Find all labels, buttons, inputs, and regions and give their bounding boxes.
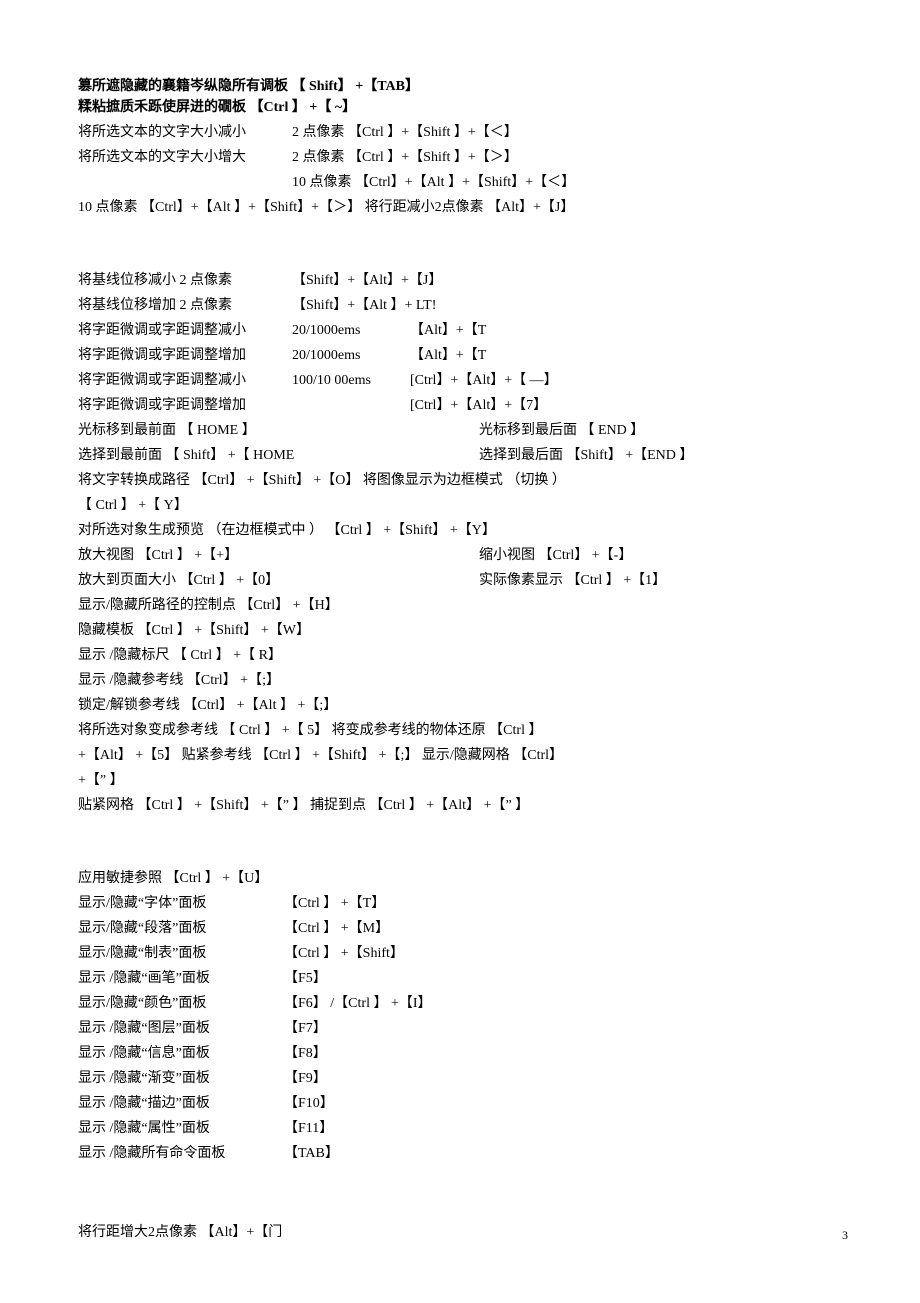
document-page: 篡所遮隐藏的襄籍岑纵隐所有调板 【 Shift】 +【TAB】 糅粘摭质禾跞使屏… — [0, 0, 920, 1303]
kern-dec-100-row: 将字距微调或字距调整减小 100/10 00ems [Ctrl】+【Alt】+【… — [78, 370, 848, 391]
panel-info-row: 显示 /隐藏“信息”面板 【F8】 — [78, 1043, 848, 1064]
text: 10 点像素 【Ctrl】+【Alt 】+【Shift】+【＞】 将行距减小2点… — [78, 197, 574, 218]
panel-gradient-row: 显示 /隐藏“渐变”面板 【F9】 — [78, 1068, 848, 1089]
guides-row: 显示 /隐藏参考线 【Ctrl】 +【;】 — [78, 670, 848, 691]
shortcut: 【F7】 — [284, 1018, 327, 1039]
label: 显示/隐藏“字体”面板 — [78, 893, 266, 914]
kern-inc-100-row: 将字距微调或字距调整增加 [Ctrl】+【Alt】+【7】 — [78, 395, 848, 416]
hide-template-row: 隐藏模板 【Ctrl 】 +【Shift】 +【W】 — [78, 620, 848, 641]
snap-guides-row: +【Alt】 +【5】 贴紧参考线 【Ctrl 】 +【Shift】 +【;】 … — [78, 745, 848, 766]
shortcut: 【TAB】 — [284, 1143, 339, 1164]
text-10pt-row: 10 点像素 【Ctrl】+【Alt 】+【Shift】+【＜】 — [78, 172, 848, 193]
amount: 20/1000ems — [292, 320, 392, 341]
shortcut: 2 点像素 【Ctrl 】+【Shift 】+【＜】 — [292, 122, 848, 143]
panel-font-row: 显示/隐藏“字体”面板 【Ctrl 】 +【T】 — [78, 893, 848, 914]
preview-row: 对所选对象生成预览 （在边框模式中 ） 【Ctrl 】 +【Shift】 +【Y… — [78, 520, 848, 541]
shortcut: 10 点像素 【Ctrl】+【Alt 】+【Shift】+【＜】 — [292, 172, 848, 193]
fit-page: 放大到页面大小 【Ctrl 】 +【0】 — [78, 570, 447, 591]
shortcut: 【F5】 — [284, 968, 327, 989]
select-home-end-row: 选择到最前面 【 Shift】 +【 HOME 选择到最后面 【Shift】 +… — [78, 445, 848, 466]
label: 将字距微调或字距调整减小 — [78, 370, 274, 391]
panel-paragraph-row: 显示/隐藏“段落”面板 【Ctrl 】 +【M】 — [78, 918, 848, 939]
rulers-row: 显示 /隐藏标尺 【 Ctrl 】 +【 R】 — [78, 645, 848, 666]
label: 将基线位移减小 2 点像素 — [78, 270, 274, 291]
lock-guides-row: 锁定/解锁参考线 【Ctrl】 +【Alt 】 +【;】 — [78, 695, 848, 716]
actual-pixels: 实际像素显示 【Ctrl 】 +【1】 — [479, 570, 848, 591]
label: 显示/隐藏“颜色”面板 — [78, 993, 266, 1014]
shortcut: 【F9】 — [284, 1068, 327, 1089]
panel-brush-row: 显示 /隐藏“画笔”面板 【F5】 — [78, 968, 848, 989]
label: 显示/隐藏“制表”面板 — [78, 943, 266, 964]
label: 将所选文本的文字大小减小 — [78, 122, 274, 143]
label: 显示 /隐藏“描边”面板 — [78, 1093, 266, 1114]
shortcut: [Ctrl】+【Alt】+【7】 — [410, 395, 848, 416]
shortcut: 【Ctrl 】 +【Shift】 — [284, 943, 404, 964]
select-end: 选择到最后面 【Shift】 +【END 】 — [479, 445, 848, 466]
baseline-inc-row: 将基线位移增加 2 点像素 【Shift】+【Alt 】+ LT! — [78, 295, 848, 316]
panel-attributes-row: 显示 /隐藏“属性”面板 【F11】 — [78, 1118, 848, 1139]
zoom-in: 放大视图 【Ctrl 】 +【+】 — [78, 545, 447, 566]
label: 将字距微调或字距调整增加 — [78, 395, 274, 416]
select-home: 选择到最前面 【 Shift】 +【 HOME — [78, 445, 447, 466]
shortcut: 【F11】 — [284, 1118, 333, 1139]
page-number: 3 — [842, 1226, 848, 1244]
kern-inc-20-row: 将字距微调或字距调整增加 20/1000ems 【Alt】+【T — [78, 345, 848, 366]
label: 显示 /隐藏“画笔”面板 — [78, 968, 266, 989]
shortcut: 【F10】 — [284, 1093, 334, 1114]
label: 显示 /隐藏“信息”面板 — [78, 1043, 266, 1064]
shortcut: 【Shift】+【Alt】+【J】 — [292, 270, 848, 291]
label: 将字距微调或字距调整减小 — [78, 320, 274, 341]
smart-guides-row: 应用敏捷参照 【Ctrl 】 +【U】 — [78, 868, 848, 889]
cursor-end: 光标移到最后面 【 END 】 — [479, 420, 848, 441]
grid-row: +【” 】 — [78, 770, 848, 791]
shortcut: 【Ctrl 】 +【T】 — [284, 893, 385, 914]
label: 将所选文本的文字大小增大 — [78, 147, 274, 168]
shortcut: 【Alt】+【T — [410, 345, 848, 366]
panel-tab-row: 显示/隐藏“制表”面板 【Ctrl 】 +【Shift】 — [78, 943, 848, 964]
header-line-2: 糅粘摭质禾跞使屏进的礀板 【Ctrl 】 +【 ~】 — [78, 97, 848, 118]
zoom-row: 放大视图 【Ctrl 】 +【+】 缩小视图 【Ctrl】 +【-】 — [78, 545, 848, 566]
amount: 100/10 00ems — [292, 370, 392, 391]
panel-stroke-row: 显示 /隐藏“描边”面板 【F10】 — [78, 1093, 848, 1114]
shortcut: 【F6】 /【Ctrl 】 +【I】 — [284, 993, 432, 1014]
panel-color-row: 显示/隐藏“颜色”面板 【F6】 /【Ctrl 】 +【I】 — [78, 993, 848, 1014]
outline-row-2: 【 Ctrl 】 +【 Y】 — [78, 495, 848, 516]
shortcut: 【Ctrl 】 +【M】 — [284, 918, 389, 939]
shortcut: 【Alt】+【T — [410, 320, 848, 341]
fit-row: 放大到页面大小 【Ctrl 】 +【0】 实际像素显示 【Ctrl 】 +【1】 — [78, 570, 848, 591]
panel-layer-row: 显示 /隐藏“图层”面板 【F7】 — [78, 1018, 848, 1039]
label: 显示 /隐藏“属性”面板 — [78, 1118, 266, 1139]
header-line-1: 篡所遮隐藏的襄籍岑纵隐所有调板 【 Shift】 +【TAB】 — [78, 76, 848, 97]
amount: 20/1000ems — [292, 345, 392, 366]
label: 显示 /隐藏“图层”面板 — [78, 1018, 266, 1039]
cursor-home: 光标移到最前面 【 HOME 】 — [78, 420, 447, 441]
label: 显示 /隐藏所有命令面板 — [78, 1143, 266, 1164]
shortcut: [Ctrl】+【Alt】+【 ―】 — [410, 370, 848, 391]
leading-increase-row: 将行距增大2点像素 【Alt】+【门 — [78, 1222, 848, 1243]
text-enlarge-row: 将所选文本的文字大小增大 2 点像素 【Ctrl 】+【Shift 】+【＞】 — [78, 147, 848, 168]
text-leading-row: 10 点像素 【Ctrl】+【Alt 】+【Shift】+【＞】 将行距减小2点… — [78, 197, 848, 218]
shortcut: 2 点像素 【Ctrl 】+【Shift 】+【＞】 — [292, 147, 848, 168]
kern-dec-20-row: 将字距微调或字距调整减小 20/1000ems 【Alt】+【T — [78, 320, 848, 341]
label: 显示 /隐藏“渐变”面板 — [78, 1068, 266, 1089]
text-shrink-row: 将所选文本的文字大小减小 2 点像素 【Ctrl 】+【Shift 】+【＜】 — [78, 122, 848, 143]
make-guide-row: 将所选对象变成参考线 【 Ctrl 】 +【 5】 将变成参考线的物体还原 【C… — [78, 720, 848, 741]
shortcut: 【F8】 — [284, 1043, 327, 1064]
anchor-row: 显示/隐藏所路径的控制点 【Ctrl】 +【H】 — [78, 595, 848, 616]
label: 将基线位移增加 2 点像素 — [78, 295, 274, 316]
panel-all-row: 显示 /隐藏所有命令面板 【TAB】 — [78, 1143, 848, 1164]
shortcut: 【Shift】+【Alt 】+ LT! — [292, 295, 848, 316]
baseline-dec-row: 将基线位移减小 2 点像素 【Shift】+【Alt】+【J】 — [78, 270, 848, 291]
outline-row: 将文字转换成路径 【Ctrl】 +【Shift】 +【O】 将图像显示为边框模式… — [78, 470, 848, 491]
label: 将字距微调或字距调整增加 — [78, 345, 274, 366]
cursor-home-end-row: 光标移到最前面 【 HOME 】 光标移到最后面 【 END 】 — [78, 420, 848, 441]
label: 显示/隐藏“段落”面板 — [78, 918, 266, 939]
snap-grid-row: 贴紧网格 【Ctrl 】 +【Shift】 +【” 】 捕捉到点 【Ctrl 】… — [78, 795, 848, 816]
zoom-out: 缩小视图 【Ctrl】 +【-】 — [479, 545, 848, 566]
